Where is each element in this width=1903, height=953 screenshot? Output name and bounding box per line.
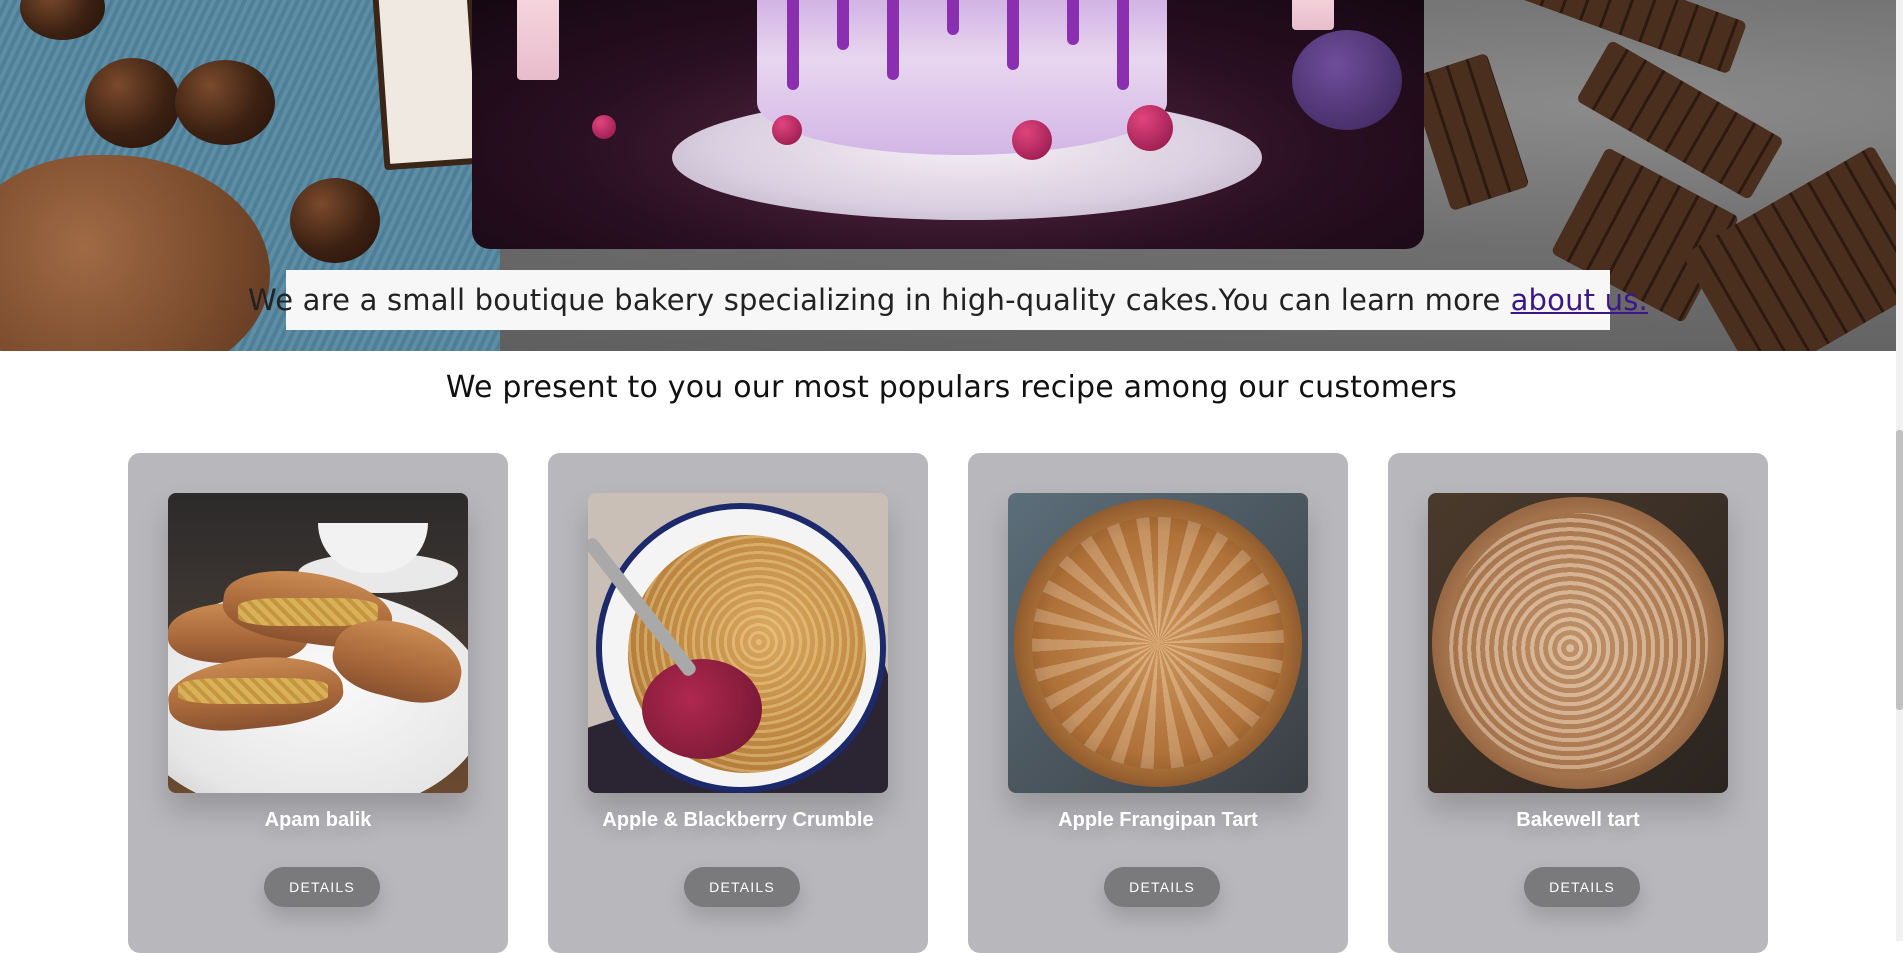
details-button[interactable]: DETAILS — [684, 867, 800, 907]
drip-image — [1117, 0, 1129, 90]
recipe-image[interactable] — [588, 493, 888, 793]
cake-image — [757, 0, 1167, 155]
berry-filling-image — [642, 659, 762, 759]
drip-image — [887, 0, 899, 80]
white-chocolate-bar-image — [371, 0, 485, 171]
about-us-link[interactable]: about us. — [1511, 283, 1648, 317]
berry-image — [1012, 120, 1052, 160]
chocolate-ball-image — [85, 58, 180, 148]
berry-image — [1127, 105, 1173, 151]
candle-image — [517, 0, 559, 80]
hero-banner: We are a small boutique bakery specializ… — [0, 0, 1903, 351]
chocolate-ball-image — [175, 60, 275, 145]
recipe-title: Apple Frangipan Tart — [1058, 809, 1258, 831]
pancake-filling-image — [238, 598, 378, 626]
details-button[interactable]: DETAILS — [1524, 867, 1640, 907]
recipe-title: Apple & Blackberry Crumble — [602, 809, 874, 831]
dish-image — [596, 503, 886, 793]
recipe-title: Apam balik — [264, 809, 372, 831]
drip-image — [837, 0, 849, 50]
intro-text: We are a small boutique bakery specializ… — [248, 283, 1501, 317]
drip-image — [1067, 0, 1079, 45]
ornament-image — [1292, 30, 1402, 130]
pancake-filling-image — [178, 678, 328, 704]
recipe-image[interactable] — [168, 493, 468, 793]
drip-image — [787, 0, 799, 90]
intro-banner: We are a small boutique bakery specializ… — [248, 270, 1648, 330]
tart-image — [1432, 497, 1724, 789]
details-button[interactable]: DETAILS — [1104, 867, 1220, 907]
recipe-title: Bakewell tart — [1516, 809, 1640, 831]
recipe-card: Apple Frangipan Tart DETAILS — [968, 453, 1348, 953]
recipe-card: Apam balik DETAILS — [128, 453, 508, 953]
details-button[interactable]: DETAILS — [264, 867, 380, 907]
candle-image — [1292, 0, 1334, 30]
recipe-image[interactable] — [1008, 493, 1308, 793]
scrollbar-thumb[interactable] — [1896, 430, 1903, 710]
drip-image — [1007, 0, 1019, 70]
cake-hero-image — [472, 0, 1424, 249]
chocolate-ball-image — [290, 178, 380, 263]
tart-image — [1014, 499, 1302, 787]
recipe-card-list: Apam balik DETAILS Apple & Blackberry Cr… — [128, 453, 1768, 953]
berry-image — [592, 115, 616, 139]
page-scrollbar[interactable] — [1896, 0, 1903, 941]
section-title: We present to you our most populars reci… — [445, 370, 1458, 405]
recipe-card: Bakewell tart DETAILS — [1388, 453, 1768, 953]
recipe-image[interactable] — [1428, 493, 1728, 793]
recipe-card: Apple & Blackberry Crumble DETAILS — [548, 453, 928, 953]
berry-image — [772, 115, 802, 145]
chocolate-bar-image — [1408, 52, 1530, 212]
drip-image — [947, 0, 959, 35]
